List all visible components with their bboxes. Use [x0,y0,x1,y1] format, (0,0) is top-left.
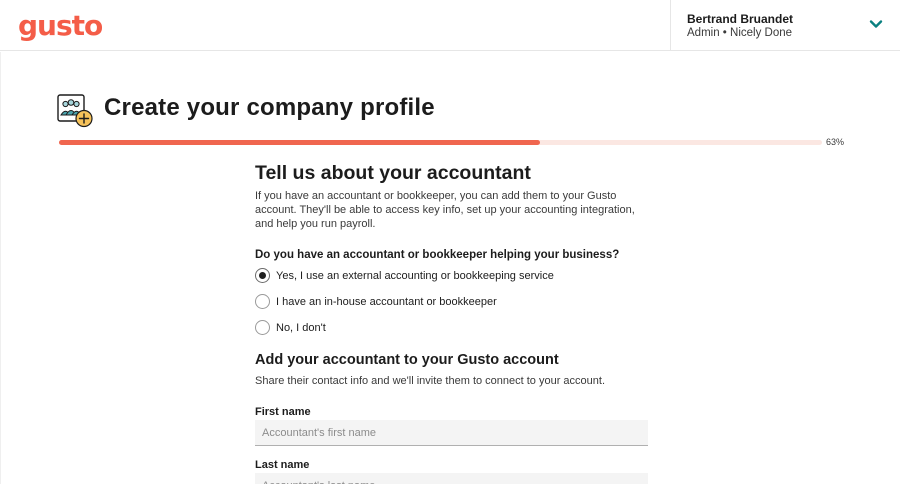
invite-section-description: Share their contact info and we'll invit… [255,375,606,387]
user-role-company: Admin • Nicely Done [687,27,793,39]
page-title: Create your company profile [104,94,435,121]
top-navigation-bar: gusto Bertrand Bruandet Admin • Nicely D… [0,0,900,51]
radio-option-label: No, I don't [276,321,326,334]
accountant-section-description: If you have an accountant or bookkeeper,… [255,190,635,231]
radio-option-none[interactable]: No, I don't [255,320,326,335]
radio-option-label: Yes, I use an external accounting or boo… [276,269,554,282]
account-menu[interactable]: Bertrand Bruandet Admin • Nicely Done [670,0,900,51]
last-name-input[interactable] [255,473,648,484]
radio-option-label: I have an in-house accountant or bookkee… [276,295,497,308]
last-name-label: Last name [255,459,310,471]
gusto-logo[interactable]: gusto [18,9,103,42]
user-name: Bertrand Bruandet [687,12,794,26]
radio-button[interactable] [255,268,270,283]
first-name-input[interactable] [255,420,648,446]
radio-option-external[interactable]: Yes, I use an external accounting or boo… [255,268,554,283]
radio-button[interactable] [255,320,270,335]
invite-section-title: Add your accountant to your Gusto accoun… [255,352,559,368]
people-group-plus-icon [57,94,93,128]
progress-bar [59,140,822,145]
accountant-question: Do you have an accountant or bookkeeper … [255,249,620,261]
progress-percent: 63% [826,137,845,147]
progress-bar-fill [59,140,540,145]
accountant-section-title: Tell us about your accountant [255,162,531,184]
main-content: Create your company profile 63% Tell us … [0,52,900,484]
chevron-down-icon[interactable] [869,17,883,31]
radio-button[interactable] [255,294,270,309]
first-name-label: First name [255,406,311,418]
radio-option-in-house[interactable]: I have an in-house accountant or bookkee… [255,294,497,309]
